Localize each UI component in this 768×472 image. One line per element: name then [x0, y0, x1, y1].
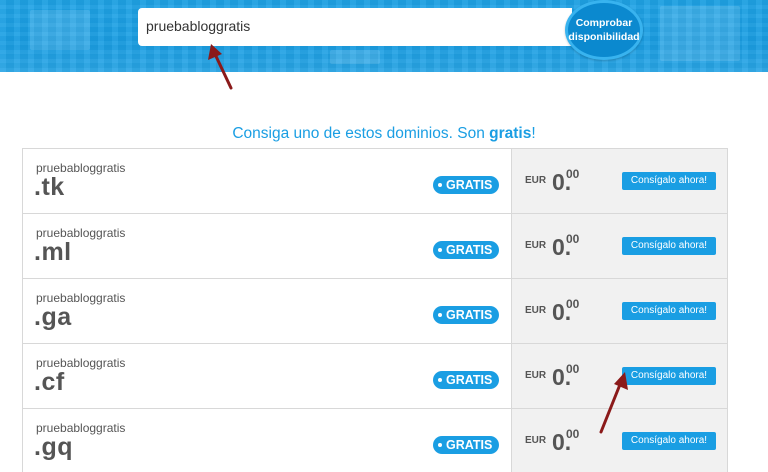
price-cell: EUR 0. 00 Consígalo ahora!	[511, 214, 727, 278]
domain-row-ga: pruebabloggratis .ga GRATIS EUR 0. 00 Con…	[23, 279, 727, 344]
check-button-label-1: Comprobar	[575, 17, 633, 29]
header-banner: pruebabloggratis Comprobar disponibilida…	[0, 0, 768, 72]
banner-decoration	[660, 6, 740, 61]
get-domain-button[interactable]: Consígalo ahora!	[622, 302, 716, 320]
annotation-arrow-icon	[599, 372, 628, 434]
price-dec: 00	[566, 362, 580, 376]
badge-label: GRATIS	[446, 438, 493, 452]
currency-label: EUR	[525, 370, 547, 381]
get-domain-button[interactable]: Consígalo ahora!	[622, 237, 716, 255]
promo-end: !	[531, 125, 536, 142]
domain-row-ml: pruebabloggratis .ml GRATIS EUR 0. 00 Con…	[23, 214, 727, 279]
get-domain-button[interactable]: Consígalo ahora!	[622, 367, 716, 385]
badge-dot-icon	[438, 378, 442, 382]
badge-label: GRATIS	[446, 243, 493, 257]
price-value: 0. 00	[552, 427, 579, 456]
get-domain-button[interactable]: Consígalo ahora!	[622, 172, 716, 190]
promo-bold: gratis	[489, 125, 532, 142]
currency-label: EUR	[525, 435, 547, 446]
currency-label: EUR	[525, 305, 547, 316]
price-value: 0. 00	[552, 167, 579, 196]
domain-info: pruebabloggratis .gq GRATIS	[23, 409, 511, 472]
badge-dot-icon	[438, 248, 442, 252]
domain-row-tk: pruebabloggratis .tk GRATIS EUR 0. 00 Con…	[23, 149, 727, 214]
domain-info: pruebabloggratis .ml GRATIS	[23, 214, 511, 278]
price-cell: EUR 0. 00 Consígalo ahora!	[511, 279, 727, 343]
domain-tld: .ml	[34, 238, 72, 266]
price-dec: 00	[566, 167, 580, 181]
search-input-value: pruebabloggratis	[146, 18, 251, 34]
banner-decoration	[30, 10, 90, 50]
domain-info: pruebabloggratis .tk GRATIS	[23, 149, 511, 213]
price-value: 0. 00	[552, 297, 579, 326]
domain-tld: .cf	[34, 368, 65, 396]
badge-label: GRATIS	[446, 178, 493, 192]
free-badge: GRATIS	[433, 306, 499, 324]
domain-tld: .tk	[34, 173, 65, 201]
badge-dot-icon	[438, 443, 442, 447]
domain-tld: .ga	[34, 303, 72, 331]
get-domain-button[interactable]: Consígalo ahora!	[622, 432, 716, 450]
price-value: 0. 00	[552, 232, 579, 261]
banner-decoration	[330, 50, 380, 64]
badge-label: GRATIS	[446, 373, 493, 387]
badge-dot-icon	[438, 183, 442, 187]
badge-dot-icon	[438, 313, 442, 317]
promo-text: Consiga uno de estos dominios. Son	[232, 125, 490, 142]
free-badge: GRATIS	[433, 241, 499, 259]
price-cell: EUR 0. 00 Consígalo ahora!	[511, 149, 727, 213]
domain-info: pruebabloggratis .ga GRATIS	[23, 279, 511, 343]
domain-info: pruebabloggratis .cf GRATIS	[23, 344, 511, 408]
price-dec: 00	[566, 232, 580, 246]
domain-tld: .gq	[34, 433, 73, 461]
currency-label: EUR	[525, 175, 547, 186]
annotation-arrow-icon	[208, 44, 233, 90]
currency-label: EUR	[525, 240, 547, 251]
badge-label: GRATIS	[446, 308, 493, 322]
free-badge: GRATIS	[433, 436, 499, 454]
free-badge: GRATIS	[433, 371, 499, 389]
check-button-label-2: disponibilidad	[568, 31, 640, 43]
promo-heading: Consiga uno de estos dominios. Son grati…	[0, 125, 768, 143]
check-availability-button[interactable]: Comprobar disponibilidad	[565, 0, 643, 60]
price-value: 0. 00	[552, 362, 579, 391]
free-badge: GRATIS	[433, 176, 499, 194]
price-dec: 00	[566, 297, 580, 311]
price-dec: 00	[566, 427, 580, 441]
